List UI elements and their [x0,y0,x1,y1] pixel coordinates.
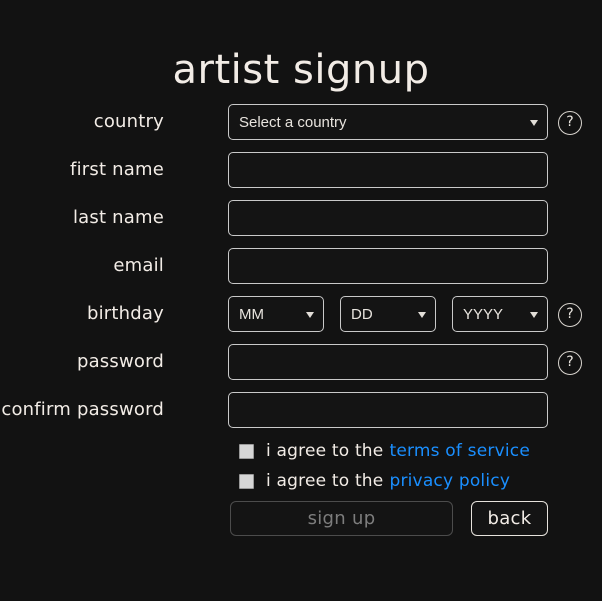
confirm-password-input[interactable] [228,392,548,428]
country-select[interactable]: Select a country [228,104,548,140]
birthday-day-select[interactable]: DD [340,296,436,332]
privacy-checkbox[interactable] [239,474,254,489]
agreement-row-terms: i agree to the terms of service [228,436,530,466]
form-row-country: country Select a country ? [0,104,602,152]
signup-form: country Select a country ? first name la… [0,104,602,440]
first-name-input[interactable] [228,152,548,188]
chevron-down-icon [530,120,538,126]
terms-of-service-link[interactable]: terms of service [389,441,530,461]
terms-agreement-text: i agree to the [266,441,383,461]
last-name-input[interactable] [228,200,548,236]
sign-up-button[interactable]: sign up [230,501,453,536]
form-row-first-name: first name [0,152,602,200]
form-row-email: email [0,248,602,296]
form-row-last-name: last name [0,200,602,248]
birthday-day-value: DD [351,306,373,323]
terms-checkbox[interactable] [239,444,254,459]
chevron-down-icon [418,312,426,318]
label-birthday: birthday [0,296,164,332]
control-password [228,344,548,380]
form-row-birthday: birthday MM DD YYYY ? [0,296,602,344]
privacy-agreement-text: i agree to the [266,471,383,491]
control-first-name [228,152,548,188]
control-birthday: MM DD YYYY [228,296,548,332]
privacy-policy-link[interactable]: privacy policy [389,471,510,491]
chevron-down-icon [530,312,538,318]
form-row-password: password ? [0,344,602,392]
email-input[interactable] [228,248,548,284]
form-row-confirm-password: confirm password [0,392,602,440]
chevron-down-icon [306,312,314,318]
password-input[interactable] [228,344,548,380]
label-password: password [0,344,164,380]
control-email [228,248,548,284]
birthday-year-select[interactable]: YYYY [452,296,548,332]
label-confirm-password: confirm password [0,392,164,428]
label-country: country [0,104,164,140]
birthday-month-value: MM [239,306,264,323]
control-confirm-password [228,392,548,428]
password-help-icon[interactable]: ? [558,351,582,375]
birthday-group: MM DD YYYY [228,296,548,332]
country-help-icon[interactable]: ? [558,111,582,135]
agreements-section: i agree to the terms of service i agree … [228,436,530,496]
artist-signup-page: artist signup country Select a country ?… [0,0,602,601]
label-last-name: last name [0,200,164,236]
birthday-year-value: YYYY [463,306,503,323]
form-actions: sign up back [230,501,548,536]
agreement-row-privacy: i agree to the privacy policy [228,466,530,496]
country-select-value: Select a country [239,114,347,131]
label-first-name: first name [0,152,164,188]
control-last-name [228,200,548,236]
page-title: artist signup [0,46,602,94]
control-country: Select a country [228,104,548,140]
label-email: email [0,248,164,284]
birthday-help-icon[interactable]: ? [558,303,582,327]
birthday-month-select[interactable]: MM [228,296,324,332]
back-button[interactable]: back [471,501,548,536]
